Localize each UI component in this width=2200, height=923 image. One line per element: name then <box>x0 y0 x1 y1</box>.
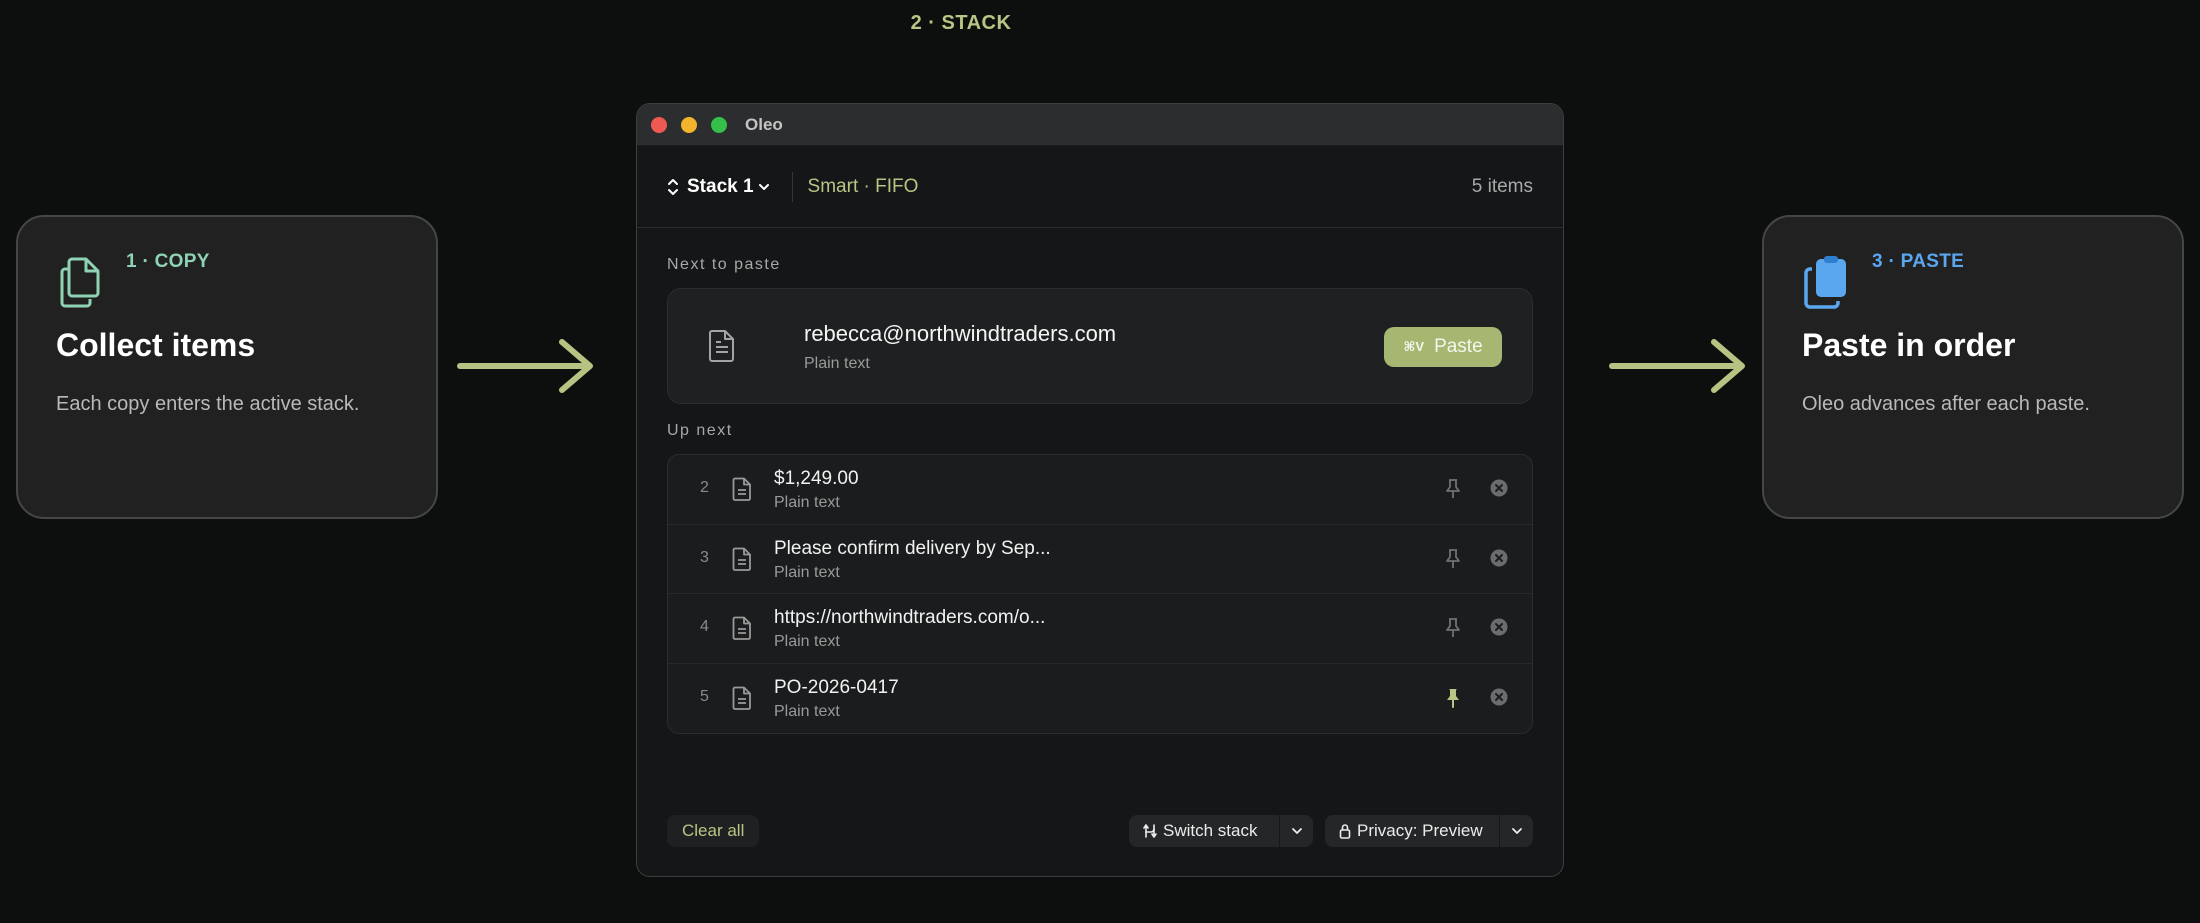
queue-row[interactable]: 3 Please confirm delivery by Sep... Plai… <box>668 525 1532 594</box>
title-bar: Oleo <box>637 104 1563 146</box>
copy-card-title: Collect items <box>56 327 256 363</box>
pin-icon[interactable] <box>1444 548 1462 570</box>
remove-item-icon[interactable] <box>1490 688 1508 706</box>
copy-card-description: Each copy enters the active stack. <box>56 393 360 415</box>
oleo-window: Oleo Stack 1 Smart · FIFO 5 items Next t… <box>636 103 1564 877</box>
window-footer: Clear all Switch stack Privacy: Preview <box>667 815 1533 847</box>
document-icon <box>732 616 751 640</box>
stack-name: Stack 1 <box>687 175 754 197</box>
chevron-down-icon <box>1511 828 1522 834</box>
paste-button[interactable]: ⌘V Paste <box>1384 327 1502 367</box>
switch-stack-button[interactable]: Switch stack <box>1129 821 1279 841</box>
pin-icon[interactable] <box>1444 478 1462 500</box>
toolbar: Stack 1 Smart · FIFO 5 items <box>637 146 1563 228</box>
switch-stack-label: Switch stack <box>1163 821 1258 840</box>
privacy-dropdown[interactable] <box>1499 815 1533 847</box>
zoom-window-button[interactable] <box>711 116 727 133</box>
row-index: 3 <box>700 548 709 566</box>
row-index: 2 <box>700 479 709 496</box>
row-index: 5 <box>700 687 709 705</box>
document-icon <box>732 477 751 501</box>
next-item-value: rebecca@northwindtraders.com <box>804 321 1117 346</box>
privacy-label: Privacy: Preview <box>1357 821 1483 840</box>
paste-card-title: Paste in order <box>1802 327 2016 363</box>
remove-item-icon[interactable] <box>1490 618 1508 636</box>
row-value: $1,249.00 <box>774 468 859 489</box>
paste-shortcut: ⌘V <box>1403 339 1425 354</box>
clipboard-icon <box>1802 255 1850 309</box>
row-kind: Plain text <box>774 633 840 650</box>
pinned-icon[interactable] <box>1444 687 1462 709</box>
remove-item-icon[interactable] <box>1490 549 1508 567</box>
arrow-right-icon <box>1609 339 1745 393</box>
document-icon <box>732 686 751 710</box>
lock-icon <box>1339 824 1351 839</box>
chevron-down-icon <box>758 183 769 190</box>
close-window-button[interactable] <box>651 116 667 133</box>
paste-step-label: 3 · PASTE <box>1872 251 1965 272</box>
chevron-up-down-icon <box>668 178 678 195</box>
privacy-control: Privacy: Preview <box>1325 815 1533 847</box>
toolbar-divider <box>791 171 793 202</box>
stage-label: 2 · STACK <box>910 12 1012 34</box>
next-item-kind: Plain text <box>804 355 870 372</box>
queue-row[interactable]: 2 $1,249.00 Plain text <box>668 455 1532 525</box>
copy-icon <box>56 255 104 309</box>
up-next-label: Up next <box>667 422 733 439</box>
next-item-card: rebecca@northwindtraders.com Plain text … <box>667 288 1533 404</box>
paste-button-label: Paste <box>1434 336 1483 357</box>
window-title: Oleo <box>745 114 783 134</box>
row-kind: Plain text <box>774 702 840 720</box>
stack-mode[interactable]: Smart · FIFO <box>808 176 919 198</box>
arrow-right-icon <box>457 339 593 393</box>
copy-step-label: 1 · COPY <box>126 251 210 272</box>
row-value: https://northwindtraders.com/o... <box>774 607 1046 628</box>
queue-row[interactable]: 4 https://northwindtraders.com/o... Plai… <box>668 594 1532 664</box>
switch-stack-dropdown[interactable] <box>1279 815 1313 847</box>
paste-card-description: Oleo advances after each paste. <box>1802 393 2090 415</box>
row-value: PO-2026-0417 <box>774 676 899 698</box>
item-count: 5 items <box>1471 175 1533 197</box>
copy-step-card: 1 · COPY Collect items Each copy enters … <box>16 215 438 519</box>
privacy-button[interactable]: Privacy: Preview <box>1325 821 1499 841</box>
row-kind: Plain text <box>774 563 840 581</box>
row-index: 4 <box>700 618 709 635</box>
stack-selector[interactable]: Stack 1 <box>667 176 770 198</box>
pin-icon[interactable] <box>1444 617 1462 639</box>
switch-icon <box>1143 824 1157 838</box>
paste-step-card: 3 · PASTE Paste in order Oleo advances a… <box>1762 215 2184 519</box>
document-icon <box>732 547 751 571</box>
document-icon <box>709 330 734 362</box>
remove-item-icon[interactable] <box>1490 479 1508 497</box>
queue-row[interactable]: 5 PO-2026-0417 Plain text <box>668 664 1532 734</box>
row-kind: Plain text <box>774 494 840 511</box>
queue-list: 2 $1,249.00 Plain text 3 Please confirm … <box>667 454 1533 734</box>
clear-all-button[interactable]: Clear all <box>667 815 760 847</box>
next-to-paste-label: Next to paste <box>667 256 781 273</box>
switch-stack-control: Switch stack <box>1129 815 1313 847</box>
row-value: Please confirm delivery by Sep... <box>774 537 1051 559</box>
chevron-down-icon <box>1291 828 1302 834</box>
minimize-window-button[interactable] <box>681 116 697 133</box>
